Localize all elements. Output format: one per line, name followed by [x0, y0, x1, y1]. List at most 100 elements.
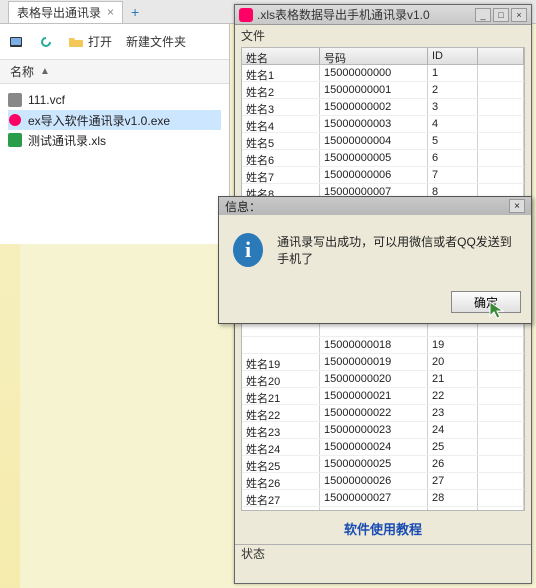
- status-label: 状态: [241, 547, 265, 561]
- list-item[interactable]: 测试通讯录.xls: [8, 130, 221, 150]
- file-toolbar: 打开 新建文件夹: [0, 24, 229, 60]
- cell-id: 21: [428, 371, 478, 387]
- cell-phone: 15000000002: [320, 99, 428, 115]
- cell-id: 19: [428, 337, 478, 353]
- cell-phone: 15000000006: [320, 167, 428, 183]
- table-row[interactable]: 姓名221500000002223: [242, 405, 524, 422]
- statusbar: 状态: [235, 544, 531, 562]
- add-tab-icon[interactable]: +: [131, 4, 139, 20]
- tab-contacts-export[interactable]: 表格导出通讯录 ×: [8, 1, 123, 23]
- table-row[interactable]: 姓名241500000002425: [242, 439, 524, 456]
- table-row[interactable]: 姓名281500000002829: [242, 507, 524, 511]
- menubar: 文件: [235, 25, 531, 45]
- grid-header: 姓名 号码 ID: [242, 48, 524, 65]
- tutorial-link[interactable]: 软件使用教程: [235, 513, 531, 544]
- col-phone[interactable]: 号码: [320, 48, 428, 64]
- table-row[interactable]: 姓名271500000002728: [242, 490, 524, 507]
- col-id[interactable]: ID: [428, 48, 478, 64]
- cell-id: 6: [428, 150, 478, 166]
- cell-name: [242, 337, 320, 353]
- info-dialog: 信息： × i 通讯录写出成功，可以用微信或者QQ发送到手机了 确定: [218, 196, 532, 324]
- xls-icon: [8, 133, 22, 147]
- cell-id: 27: [428, 473, 478, 489]
- table-row[interactable]: 姓名3150000000023: [242, 99, 524, 116]
- cell-name: 姓名3: [242, 99, 320, 115]
- column-name-label: 名称: [10, 63, 34, 80]
- cell-name: 姓名6: [242, 150, 320, 166]
- file-browser-pane: 打开 新建文件夹 名称 ▲ 111.vcf ex导入软件通讯录v1.0.exe …: [0, 24, 230, 244]
- cell-phone: 15000000025: [320, 456, 428, 472]
- cell-phone: 15000000027: [320, 490, 428, 506]
- cell-name: 姓名5: [242, 133, 320, 149]
- cell-name: 姓名28: [242, 507, 320, 511]
- cell-phone: 15000000019: [320, 354, 428, 370]
- cell-name: 姓名2: [242, 82, 320, 98]
- cell-phone: 15000000004: [320, 133, 428, 149]
- cell-name: 姓名26: [242, 473, 320, 489]
- table-row[interactable]: 姓名6150000000056: [242, 150, 524, 167]
- list-item[interactable]: 111.vcf: [8, 90, 221, 110]
- exe-icon: [8, 113, 22, 127]
- new-folder-label: 新建文件夹: [126, 33, 186, 50]
- cell-phone: 15000000028: [320, 507, 428, 511]
- list-item[interactable]: ex导入软件通讯录v1.0.exe: [8, 110, 221, 130]
- maximize-button[interactable]: □: [493, 8, 509, 22]
- col-spacer: [478, 48, 524, 64]
- filelist-header[interactable]: 名称 ▲: [0, 60, 229, 84]
- window-buttons: _ □ ×: [475, 8, 527, 22]
- table-row[interactable]: 姓名1150000000001: [242, 65, 524, 82]
- cell-phone: 15000000005: [320, 150, 428, 166]
- folder-open-icon: [68, 34, 84, 50]
- table-row[interactable]: 1500000001819: [242, 337, 524, 354]
- refresh-icon[interactable]: [38, 34, 54, 50]
- dialog-title: 信息：: [225, 198, 261, 215]
- col-name[interactable]: 姓名: [242, 48, 320, 64]
- cell-phone: 15000000000: [320, 65, 428, 81]
- table-row[interactable]: 姓名7150000000067: [242, 167, 524, 184]
- open-label: 打开: [88, 33, 112, 50]
- cell-id: 25: [428, 439, 478, 455]
- cell-phone: 15000000022: [320, 405, 428, 421]
- info-icon: i: [233, 233, 263, 267]
- table-row[interactable]: 姓名4150000000034: [242, 116, 524, 133]
- titlebar[interactable]: .xls表格数据导出手机通讯录v1.0 _ □ ×: [235, 5, 531, 25]
- file-name: 111.vcf: [28, 93, 65, 107]
- dialog-titlebar[interactable]: 信息： ×: [219, 197, 531, 215]
- open-button[interactable]: 打开: [68, 33, 112, 50]
- table-row[interactable]: 姓名201500000002021: [242, 371, 524, 388]
- cell-name: 姓名23: [242, 422, 320, 438]
- cell-phone: 15000000026: [320, 473, 428, 489]
- cell-id: 22: [428, 388, 478, 404]
- table-row[interactable]: 姓名191500000001920: [242, 354, 524, 371]
- table-row[interactable]: 姓名231500000002324: [242, 422, 524, 439]
- table-row[interactable]: 姓名5150000000045: [242, 133, 524, 150]
- cell-id: 28: [428, 490, 478, 506]
- cell-phone: 15000000021: [320, 388, 428, 404]
- cell-id: 3: [428, 99, 478, 115]
- file-name: ex导入软件通讯录v1.0.exe: [28, 112, 170, 129]
- file-name: 测试通讯录.xls: [28, 132, 106, 149]
- cell-name: 姓名4: [242, 116, 320, 132]
- table-row[interactable]: 姓名251500000002526: [242, 456, 524, 473]
- device-icon[interactable]: [8, 34, 24, 50]
- ok-button[interactable]: 确定: [451, 291, 521, 313]
- cell-name: 姓名19: [242, 354, 320, 370]
- close-icon[interactable]: ×: [107, 5, 114, 19]
- new-folder-button[interactable]: 新建文件夹: [126, 33, 186, 50]
- app-icon: [239, 8, 253, 22]
- dialog-message: 通讯录写出成功，可以用微信或者QQ发送到手机了: [277, 233, 517, 267]
- table-row[interactable]: 姓名261500000002627: [242, 473, 524, 490]
- menu-file[interactable]: 文件: [241, 27, 265, 44]
- cell-name: 姓名22: [242, 405, 320, 421]
- dialog-close-button[interactable]: ×: [509, 199, 525, 213]
- minimize-button[interactable]: _: [475, 8, 491, 22]
- close-button[interactable]: ×: [511, 8, 527, 22]
- cell-name: 姓名25: [242, 456, 320, 472]
- cell-id: 29: [428, 507, 478, 511]
- cell-name: 姓名1: [242, 65, 320, 81]
- cell-phone: 15000000020: [320, 371, 428, 387]
- table-row[interactable]: 姓名211500000002122: [242, 388, 524, 405]
- table-row[interactable]: 姓名2150000000012: [242, 82, 524, 99]
- window-title: .xls表格数据导出手机通讯录v1.0: [257, 6, 430, 23]
- cell-name: 姓名20: [242, 371, 320, 387]
